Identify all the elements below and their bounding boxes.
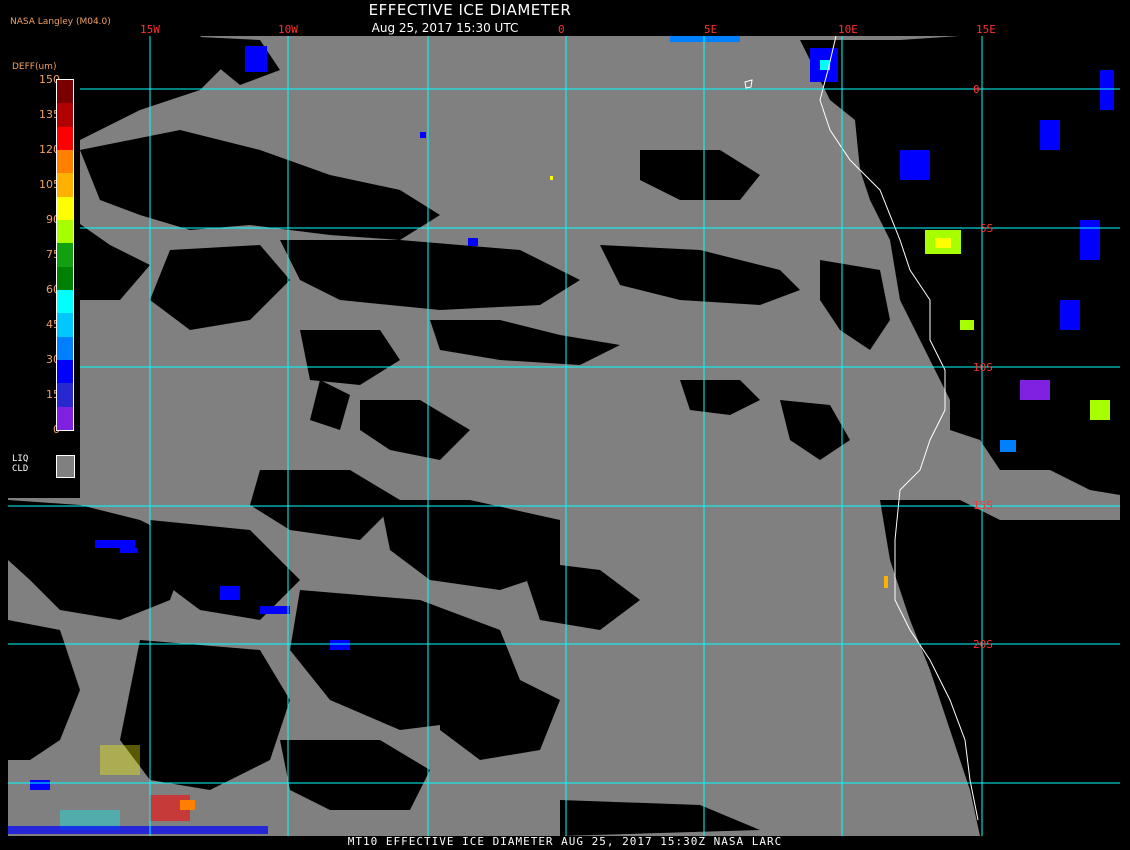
legend-tick: 60 — [46, 283, 60, 296]
legend-title: DEFF(um) — [12, 62, 57, 72]
legend-tick: 150 — [39, 73, 60, 86]
legend-swatch — [57, 173, 73, 198]
lat-label-10s: 10S — [973, 361, 993, 374]
datetime-label: Aug 25, 2017 15:30 UTC — [371, 21, 519, 35]
color-legend: DEFF(um) 150 135 120 105 90 75 60 45 30 … — [8, 58, 80, 498]
legend-tick: 30 — [46, 353, 60, 366]
legend-swatch — [57, 406, 73, 431]
lat-label-20s: 20S — [973, 638, 993, 651]
lon-label-0: 0 — [558, 23, 565, 36]
legend-swatch — [57, 383, 73, 408]
liquid-cloud-swatch — [56, 455, 75, 478]
legend-swatch — [57, 103, 73, 128]
legend-swatch — [57, 243, 73, 268]
legend-swatch — [57, 220, 73, 244]
legend-color-bar — [56, 79, 74, 431]
liquid-label-line2: CLD — [12, 464, 29, 474]
legend-tick: 135 — [39, 108, 60, 121]
lon-label-15w: 15W — [140, 23, 160, 36]
legend-tick: 120 — [39, 143, 60, 156]
legend-tick: 45 — [46, 318, 60, 331]
legend-tick: 15 — [46, 388, 60, 401]
lat-label-0: 0 — [973, 83, 980, 96]
lon-label-15e: 15E — [976, 23, 996, 36]
legend-swatch — [57, 336, 73, 361]
legend-swatch — [57, 126, 73, 151]
footer-caption: MT10 EFFECTIVE ICE DIAMETER AUG 25, 2017… — [347, 835, 783, 848]
legend-swatch — [57, 313, 73, 338]
legend-swatch — [57, 290, 73, 314]
map-view: NASA Langley (M04.0) EFFECTIVE ICE DIAME… — [0, 0, 1130, 850]
legend-tick: 105 — [39, 178, 60, 191]
lon-label-5e: 5E — [704, 23, 718, 36]
legend-tick: 90 — [46, 213, 60, 226]
effective-ice-diameter-map — [0, 0, 1130, 850]
lat-label-5s: 5S — [980, 222, 994, 235]
legend-swatch — [57, 360, 73, 384]
legend-tick: 75 — [46, 248, 60, 261]
liquid-label-line1: LIQ — [12, 454, 29, 464]
lon-label-10e: 10E — [838, 23, 858, 36]
lat-label-15s: 15S — [973, 499, 993, 512]
lon-label-10w: 10W — [278, 23, 298, 36]
legend-swatch — [57, 80, 73, 104]
liquid-cloud-label: LIQ CLD — [12, 454, 28, 474]
map-title: EFFECTIVE ICE DIAMETER — [368, 1, 572, 19]
legend-tick: 0 — [14, 423, 60, 436]
legend-swatch — [57, 266, 73, 291]
legend-swatch — [57, 150, 73, 174]
legend-swatch — [57, 196, 73, 221]
